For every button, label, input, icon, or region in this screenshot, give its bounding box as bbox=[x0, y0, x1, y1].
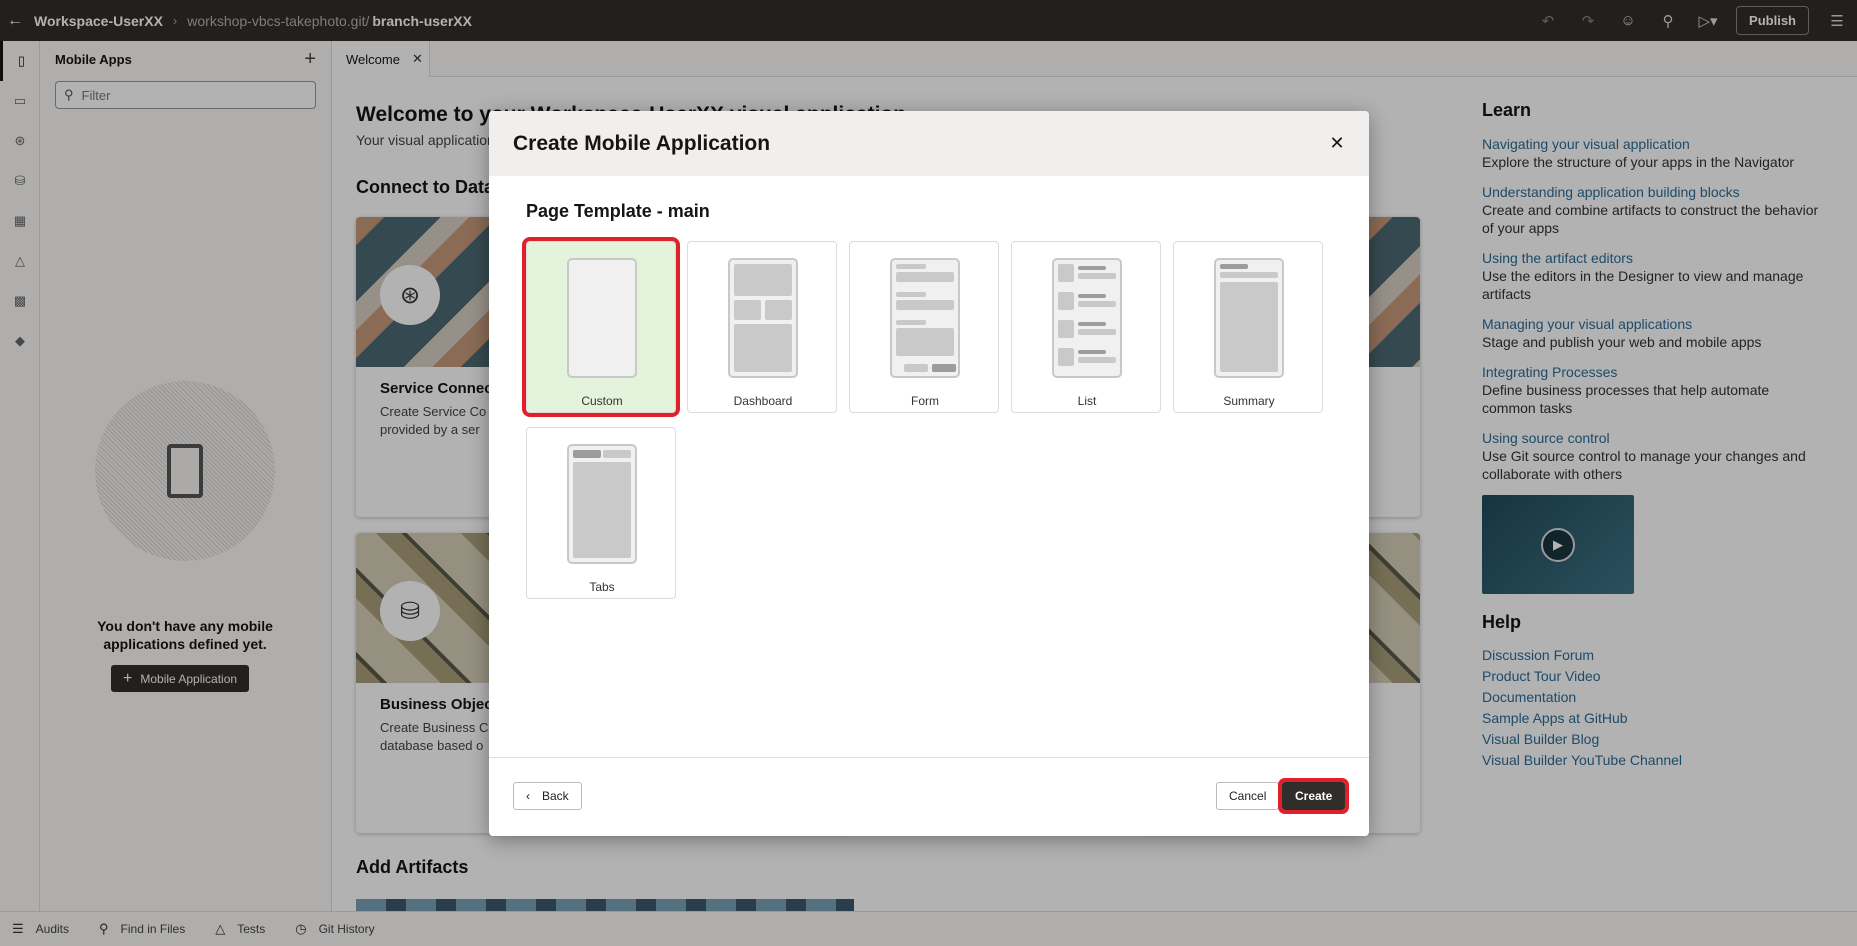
template-label: Tabs bbox=[589, 580, 615, 594]
template-custom[interactable]: Custom bbox=[522, 237, 680, 417]
create-mobile-application-dialog: Create Mobile Application ✕ Page Templat… bbox=[489, 111, 1369, 836]
back-label: Back bbox=[542, 789, 569, 803]
template-label: List bbox=[1077, 394, 1097, 408]
template-dashboard-preview bbox=[728, 258, 798, 378]
dialog-subtitle: Page Template - main bbox=[526, 201, 710, 221]
template-list-preview bbox=[1052, 258, 1122, 378]
close-icon[interactable]: ✕ bbox=[1325, 131, 1349, 155]
template-label: Summary bbox=[1223, 394, 1275, 408]
template-label: Form bbox=[911, 394, 939, 408]
template-form-preview bbox=[890, 258, 960, 378]
template-summary[interactable]: Summary bbox=[1173, 241, 1323, 413]
dialog-header: Create Mobile Application ✕ bbox=[489, 111, 1369, 176]
template-label: Custom bbox=[581, 394, 623, 408]
template-form[interactable]: Form bbox=[849, 241, 999, 413]
chevron-left-icon: ‹ bbox=[526, 789, 530, 803]
template-label: Dashboard bbox=[733, 394, 793, 408]
template-dashboard[interactable]: Dashboard bbox=[687, 241, 837, 413]
template-list[interactable]: List bbox=[1011, 241, 1161, 413]
dialog-footer: ‹ Back Cancel Create bbox=[489, 757, 1369, 836]
cancel-button[interactable]: Cancel bbox=[1216, 782, 1280, 810]
back-button[interactable]: ‹ Back bbox=[513, 782, 582, 810]
template-custom-preview bbox=[567, 258, 637, 378]
template-tabs-preview bbox=[567, 444, 637, 564]
dialog-title: Create Mobile Application bbox=[513, 131, 771, 155]
create-button[interactable]: Create bbox=[1277, 778, 1350, 814]
template-tabs[interactable]: Tabs bbox=[526, 427, 676, 599]
template-summary-preview bbox=[1214, 258, 1284, 378]
